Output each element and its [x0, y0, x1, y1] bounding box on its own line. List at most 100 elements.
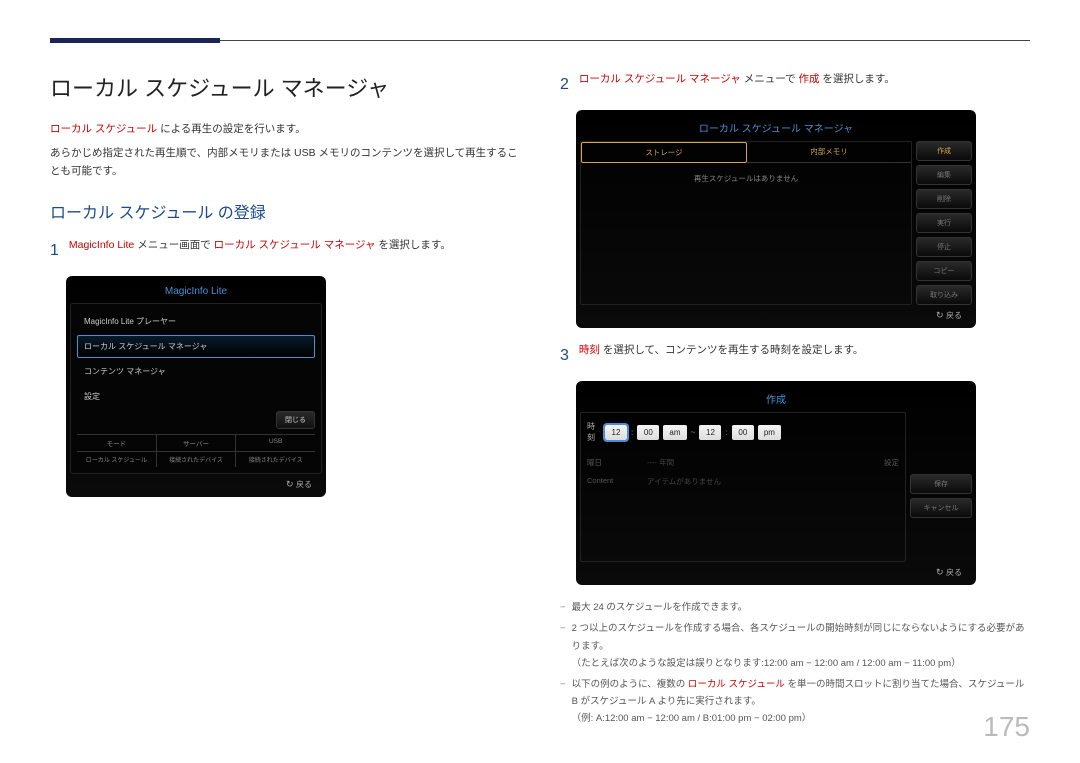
dev2-title: ローカル スケジュール マネージャ [580, 114, 972, 141]
page-number: 175 [983, 711, 1030, 743]
step2-mid: メニューで [741, 73, 799, 85]
note-2-text: 2 つ以上のスケジュールを作成する場合、各スケジュールの開始時刻が同じにならない… [572, 620, 1030, 671]
return-icon [936, 311, 946, 320]
dev1-status-header: モード サーバー USB [77, 434, 315, 451]
dev3-footer: 戻る [580, 562, 972, 581]
dev3-row-content: Content アイテムがありません [587, 476, 899, 487]
dev2-btn-import[interactable]: 取り込み [916, 285, 972, 305]
dev1-status-values: ローカル スケジュール 接続されたデバイス 接続されたデバイス [77, 451, 315, 467]
dev1-title: MagicInfo Lite [70, 280, 322, 303]
step1-post: を選択します。 [376, 239, 451, 251]
dev3-date-set: 設定 [884, 457, 899, 468]
note-1-text: 最大 24 のスケジュールを作成できます。 [572, 599, 748, 616]
note-3-text: 以下の例のように、複数の ローカル スケジュール を単一の時間スロットに割り当て… [572, 676, 1030, 727]
time-end-hour[interactable]: 12 [699, 425, 721, 440]
step3-red: 時刻 [579, 344, 600, 356]
intro-line-1: ローカル スケジュール による再生の設定を行います。 [50, 121, 520, 139]
dev2-tab-internal[interactable]: 内部メモリ [747, 142, 911, 163]
intro-rest: による再生の設定を行います。 [157, 123, 306, 135]
time-end-ampm[interactable]: pm [758, 425, 781, 440]
step1-mid: メニュー画面で [134, 239, 213, 251]
notes-block: − 最大 24 のスケジュールを作成できます。 − 2 つ以上のスケジュールを作… [560, 599, 1030, 727]
step1-red2: ローカル スケジュール マネージャ [214, 239, 376, 251]
dev3-row-date: 曜日 ---- 年間 設定 [587, 457, 899, 468]
time-dash: ~ [691, 427, 696, 437]
dev3-left-pane: 時刻 12 : 00 am ~ 12 : 00 pm 曜日 ---- 年間 [580, 412, 906, 562]
time-start-min[interactable]: 00 [637, 425, 659, 440]
step2-post: を選択します。 [820, 73, 895, 85]
intro-red: ローカル スケジュール [50, 123, 157, 135]
step3-post: を選択して、コンテンツを再生する時刻を設定します。 [600, 344, 864, 356]
dev2-empty-message: 再生スケジュールはありません [581, 163, 911, 194]
dev1-menu-schedule-manager[interactable]: ローカル スケジュール マネージャ [77, 335, 315, 358]
dev2-btn-stop[interactable]: 停止 [916, 237, 972, 257]
dev3-date-value: ---- 年間 [647, 457, 674, 468]
step-1-text: MagicInfo Lite メニュー画面で ローカル スケジュール マネージャ… [69, 237, 451, 264]
dev1-status-server: サーバー [157, 435, 237, 451]
content-columns: ローカル スケジュール マネージャ ローカル スケジュール による再生の設定を行… [50, 71, 1030, 731]
step-3-number: 3 [560, 342, 569, 369]
note-3: − 以下の例のように、複数の ローカル スケジュール を単一の時間スロットに割り… [560, 676, 1030, 727]
dev2-btn-create[interactable]: 作成 [916, 141, 972, 161]
dev1-status-v0: ローカル スケジュール [77, 451, 157, 467]
dev2-left-pane: ストレージ 内部メモリ 再生スケジュールはありません [580, 141, 912, 305]
dev2-btn-copy[interactable]: コピー [916, 261, 972, 281]
dev1-status-mode: モード [77, 435, 157, 451]
dash-icon: − [560, 620, 566, 671]
dev2-tab-storage[interactable]: ストレージ [581, 142, 747, 163]
dev3-buttons: 保存 キャンセル [910, 412, 972, 562]
dev1-menu-player[interactable]: MagicInfo Lite プレーヤー [77, 310, 315, 333]
time-start-ampm[interactable]: am [663, 425, 686, 440]
dash-icon: − [560, 676, 566, 727]
dev3-btn-cancel[interactable]: キャンセル [910, 498, 972, 518]
time-end-min[interactable]: 00 [732, 425, 754, 440]
dev2-btn-delete[interactable]: 削除 [916, 189, 972, 209]
dash-icon: − [560, 599, 566, 616]
dev1-status-v1: 接続されたデバイス [157, 451, 237, 467]
dev2-footer: 戻る [580, 305, 972, 324]
dev1-footer: 戻る [70, 474, 322, 493]
dev1-return[interactable]: 戻る [296, 480, 312, 489]
note-2b: （たとえば次のような設定は誤りとなります:12:00 am − 12:00 am… [572, 658, 961, 669]
time-start-hour[interactable]: 12 [605, 425, 627, 440]
step-3: 3 時刻 を選択して、コンテンツを再生する時刻を設定します。 [560, 342, 1030, 369]
page-title: ローカル スケジュール マネージャ [50, 71, 520, 103]
dev3-date-label: 曜日 [587, 457, 637, 468]
step-2-text: ローカル スケジュール マネージャ メニューで 作成 を選択します。 [579, 71, 895, 98]
dev1-menu-settings[interactable]: 設定 [77, 385, 315, 408]
dev2-body: ストレージ 内部メモリ 再生スケジュールはありません 作成 編集 削除 実行 停… [580, 141, 972, 305]
time-label: 時刻 [587, 421, 601, 443]
device-screen-create: 作成 時刻 12 : 00 am ~ 12 : 00 pm [576, 381, 976, 585]
note-2a: 2 つ以上のスケジュールを作成する場合、各スケジュールの開始時刻が同じにならない… [572, 623, 1025, 651]
right-column: 2 ローカル スケジュール マネージャ メニューで 作成 を選択します。 ローカ… [560, 71, 1030, 731]
note-3a-red: ローカル スケジュール [688, 679, 785, 690]
dev1-status-v2: 接続されたデバイス [236, 451, 315, 467]
dev2-btn-edit[interactable]: 編集 [916, 165, 972, 185]
note-1: − 最大 24 のスケジュールを作成できます。 [560, 599, 1030, 616]
dev1-menu-content-manager[interactable]: コンテンツ マネージャ [77, 360, 315, 383]
return-icon [936, 568, 946, 577]
device-screen-magicinfo: MagicInfo Lite MagicInfo Lite プレーヤー ローカル… [66, 276, 326, 497]
dev3-title: 作成 [580, 385, 972, 412]
intro-line-2: あらかじめ指定された再生順で、内部メモリまたは USB メモリのコンテンツを選択… [50, 145, 520, 181]
left-column: ローカル スケジュール マネージャ ローカル スケジュール による再生の設定を行… [50, 71, 520, 731]
note-3a-pre: 以下の例のように、複数の [572, 679, 688, 690]
time-row: 時刻 12 : 00 am ~ 12 : 00 pm [587, 421, 899, 443]
device-screen-schedule-manager: ローカル スケジュール マネージャ ストレージ 内部メモリ 再生スケジュールはあ… [576, 110, 976, 328]
section-heading: ローカル スケジュール の登録 [50, 199, 520, 223]
dev3-return[interactable]: 戻る [946, 568, 962, 577]
step2-red2: 作成 [799, 73, 820, 85]
step-2: 2 ローカル スケジュール マネージャ メニューで 作成 を選択します。 [560, 71, 1030, 98]
dev3-content-label: Content [587, 476, 637, 487]
step1-pre: MagicInfo Lite [69, 239, 134, 251]
note-2: − 2 つ以上のスケジュールを作成する場合、各スケジュールの開始時刻が同じになら… [560, 620, 1030, 671]
dev3-btn-save[interactable]: 保存 [910, 474, 972, 494]
dev2-tabs: ストレージ 内部メモリ [581, 142, 911, 163]
return-icon [286, 480, 296, 489]
dev2-return[interactable]: 戻る [946, 311, 962, 320]
dev1-close-button[interactable]: 閉じる [276, 411, 315, 429]
dev2-btn-run[interactable]: 実行 [916, 213, 972, 233]
step-1-number: 1 [50, 237, 59, 264]
step-1: 1 MagicInfo Lite メニュー画面で ローカル スケジュール マネー… [50, 237, 520, 264]
dev3-body: 時刻 12 : 00 am ~ 12 : 00 pm 曜日 ---- 年間 [580, 412, 972, 562]
